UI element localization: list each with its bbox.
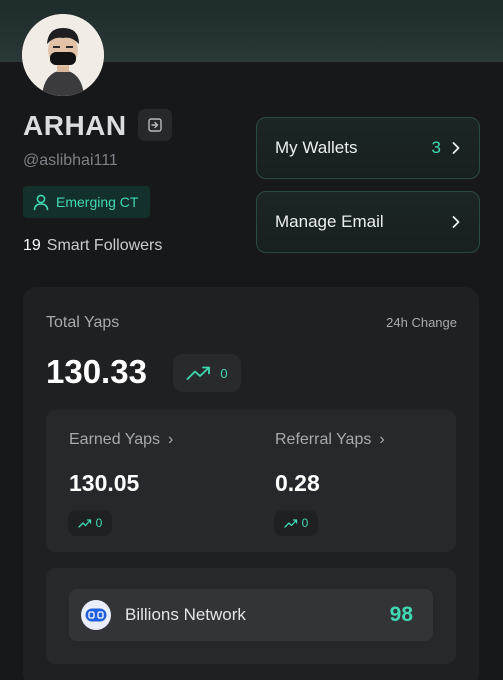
referral-yaps-value: 0.28 <box>275 470 320 496</box>
earned-yaps-value: 130.05 <box>69 470 140 496</box>
yaps-panel: Total Yaps 24h Change 130.33 0 Earned Ya… <box>23 287 479 680</box>
list-item[interactable]: Billions Network 98 <box>69 589 433 641</box>
followers-label: Smart Followers <box>46 237 163 254</box>
referral-change-value: 0 <box>301 516 309 530</box>
trend-up-icon <box>284 519 297 528</box>
total-change-value: 0 <box>220 365 228 381</box>
earned-yaps-link[interactable]: Earned Yaps › <box>69 431 173 449</box>
email-label: Manage Email <box>275 212 384 231</box>
referral-yaps-link[interactable]: Referral Yaps › <box>275 431 385 449</box>
earned-change-pill: 0 <box>68 510 112 536</box>
smart-followers: 19 Smart Followers <box>23 237 162 255</box>
followers-count: 19 <box>23 237 41 254</box>
avatar-illustration <box>22 14 104 96</box>
yaps-breakdown: Earned Yaps › Referral Yaps › 130.05 0.28 … <box>46 410 456 552</box>
chevron-right-icon <box>452 216 460 228</box>
total-change-pill: 0 <box>173 354 241 392</box>
chevron-right-icon <box>452 142 460 154</box>
trend-up-icon <box>78 519 91 528</box>
wallets-label: My Wallets <box>275 138 358 157</box>
user-icon <box>33 194 49 211</box>
my-wallets-button[interactable]: My Wallets 3 <box>256 117 480 179</box>
total-yaps-value: 130.33 <box>46 353 147 390</box>
referral-yaps-label: Referral Yaps <box>275 431 372 448</box>
network-name: Billions Network <box>125 605 246 624</box>
change-24h-label: 24h Change <box>386 315 457 330</box>
billions-network-logo-icon <box>81 600 111 630</box>
earned-yaps-label: Earned Yaps <box>69 431 161 448</box>
avatar[interactable] <box>22 14 104 96</box>
profile-handle: @aslibhai111 <box>23 152 118 169</box>
referral-change-pill: 0 <box>274 510 318 536</box>
total-yaps-label: Total Yaps <box>46 314 120 331</box>
earned-change-value: 0 <box>95 516 103 530</box>
logout-icon <box>148 118 162 132</box>
network-list: Billions Network 98 <box>46 568 456 664</box>
network-score: 98 <box>389 603 413 626</box>
profile-name: ARHAN <box>23 110 127 141</box>
chevron-right-icon: › <box>379 431 385 448</box>
wallets-count: 3 <box>431 138 441 157</box>
badge-label: Emerging CT <box>56 194 139 210</box>
trend-up-icon <box>186 366 211 380</box>
logout-button[interactable] <box>138 109 172 141</box>
network-logo-graphic <box>85 608 107 622</box>
chevron-right-icon: › <box>168 431 174 448</box>
manage-email-button[interactable]: Manage Email <box>256 191 480 253</box>
status-badge: Emerging CT <box>23 186 151 218</box>
